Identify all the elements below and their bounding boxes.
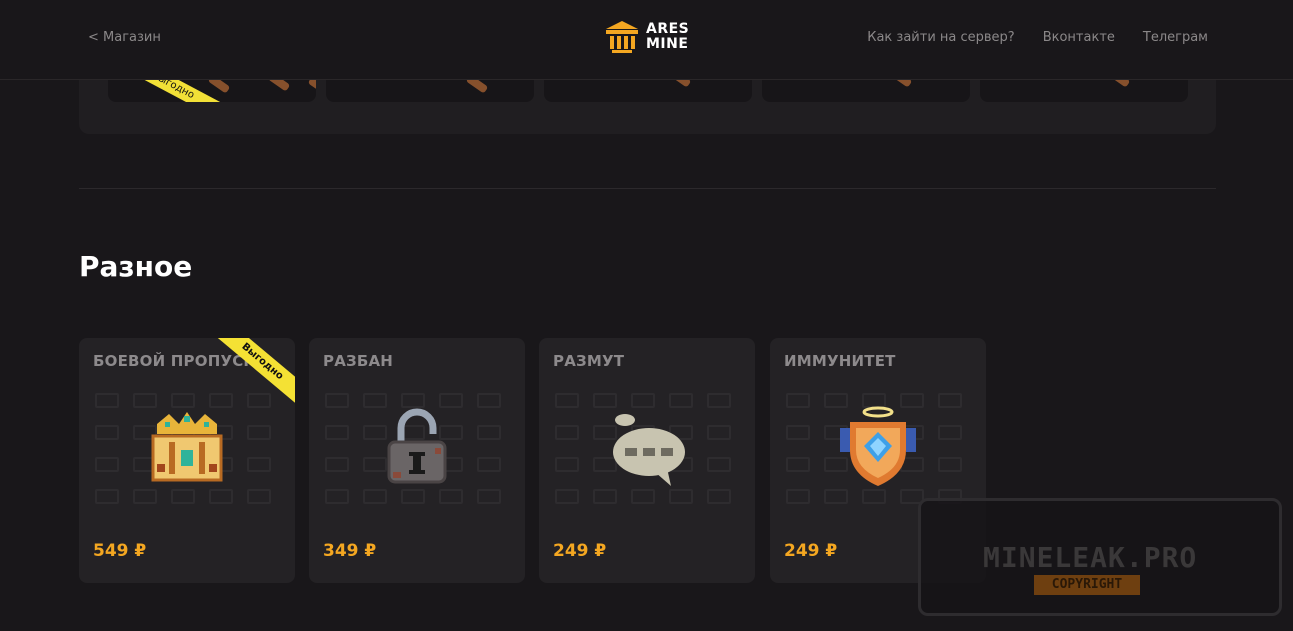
inventory-slot (707, 457, 731, 472)
product-price: 249 ₽ (784, 541, 838, 561)
inventory-slot (325, 457, 349, 472)
inventory-slot (325, 393, 349, 408)
shield-halo-icon (840, 406, 916, 486)
section-divider (79, 188, 1216, 189)
inventory-slot (631, 489, 655, 504)
inventory-slot (938, 457, 962, 472)
inventory-slot (786, 425, 810, 440)
inventory-slot (401, 489, 425, 504)
product-card-unmute[interactable]: РАЗМУТ 249 ₽ (539, 338, 755, 583)
inventory-slot (555, 393, 579, 408)
inventory-slot (593, 489, 617, 504)
inventory-slot (95, 457, 119, 472)
back-to-shop-link[interactable]: < Магазин (88, 30, 161, 45)
nav-how-to-join[interactable]: Как зайти на сервер? (867, 30, 1014, 45)
inventory-slot (555, 457, 579, 472)
inventory-slot (707, 489, 731, 504)
inventory-slot (786, 457, 810, 472)
product-title: БОЕВОЙ ПРОПУСК (93, 352, 256, 370)
inventory-slot (786, 393, 810, 408)
inventory-slot (133, 489, 157, 504)
watermark-title: MINELEAK.PRO (983, 541, 1198, 574)
inventory-slot (555, 489, 579, 504)
product-price: 349 ₽ (323, 541, 377, 561)
inventory-slot (439, 489, 463, 504)
product-title: РАЗБАН (323, 352, 394, 370)
section-title: Разное (79, 250, 193, 283)
watermark-box: MINELEAK.PRO COPYRIGHT (918, 498, 1282, 616)
product-price: 549 ₽ (93, 541, 147, 561)
product-price: 249 ₽ (553, 541, 607, 561)
nav-telegram[interactable]: Телеграм (1143, 30, 1208, 45)
product-card-battle-pass[interactable]: БОЕВОЙ ПРОПУСК 549 ₽ Выгодно (79, 338, 295, 583)
product-card-unban[interactable]: РАЗБАН 349 ₽ (309, 338, 525, 583)
logo[interactable]: ARES MINE (604, 19, 689, 55)
top-nav: Как зайти на сервер? Вконтакте Телеграм (867, 30, 1208, 45)
logo-text-bottom: MINE (646, 36, 689, 52)
product-title: РАЗМУТ (553, 352, 625, 370)
inventory-slot (477, 457, 501, 472)
inventory-slot (247, 393, 271, 408)
inventory-slot (171, 489, 195, 504)
logo-temple-icon (606, 21, 638, 53)
inventory-slot (477, 393, 501, 408)
inventory-slot (325, 489, 349, 504)
inventory-slot (938, 393, 962, 408)
inventory-slot (707, 393, 731, 408)
inventory-slot (862, 489, 886, 504)
inventory-slot (95, 393, 119, 408)
site-header: < Магазин ARES MINE Как зайти на сервер?… (0, 0, 1293, 80)
inventory-slot (363, 489, 387, 504)
unlock-padlock-icon (387, 408, 447, 484)
battle-pass-crown-icon (151, 412, 223, 482)
inventory-slot (786, 489, 810, 504)
inventory-slot (95, 425, 119, 440)
inventory-slot (209, 489, 233, 504)
inventory-slot (824, 489, 848, 504)
inventory-slot (669, 489, 693, 504)
logo-text-top: ARES (646, 21, 690, 37)
inventory-slot (247, 489, 271, 504)
inventory-slot (707, 425, 731, 440)
chat-bubble-icon (613, 414, 685, 486)
inventory-slot (477, 425, 501, 440)
inventory-slot (938, 425, 962, 440)
product-title: ИММУНИТЕТ (784, 352, 896, 370)
inventory-slot (555, 425, 579, 440)
inventory-slot (247, 425, 271, 440)
inventory-slot (247, 457, 271, 472)
watermark-subtitle: COPYRIGHT (1034, 575, 1140, 595)
nav-vkontakte[interactable]: Вконтакте (1043, 30, 1115, 45)
inventory-slot (325, 425, 349, 440)
inventory-slot (477, 489, 501, 504)
inventory-slot (95, 489, 119, 504)
